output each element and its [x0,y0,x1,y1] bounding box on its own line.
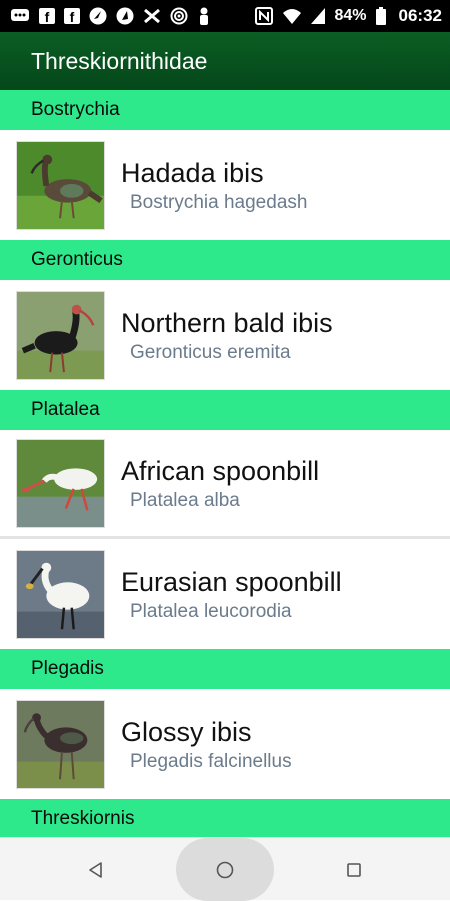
list-item-glossy-ibis[interactable]: Glossy ibis Plegadis falcinellus [0,689,450,799]
list-item-eurasian-spoonbill[interactable]: Eurasian spoonbill Platalea leucorodia [0,539,450,649]
common-name: Glossy ibis [121,717,252,747]
bird-photo-thumbnail [16,699,105,789]
svg-text:f: f [45,9,50,24]
page-title: Threskiornithidae [31,47,208,74]
status-bar: f f 84% 06:32 [0,0,450,32]
scientific-name: Platalea leucorodia [130,601,292,622]
species-list[interactable]: Bostrychia Hadada ibis Bostrychia hageda… [0,90,450,837]
message-icon [10,8,30,24]
scientific-name: Bostrychia hagedash [130,192,308,213]
section-header-bostrychia: Bostrychia [0,90,450,130]
scientific-name: Plegadis falcinellus [130,751,292,772]
section-header-label: Geronticus [31,249,123,270]
home-button[interactable] [176,838,274,901]
section-header-label: Bostrychia [31,99,120,120]
svg-text:f: f [70,9,75,24]
bird-photo-thumbnail [16,438,105,528]
battery-icon [375,7,386,25]
section-header-platalea: Platalea [0,390,450,430]
recents-button[interactable] [324,838,384,901]
section-header-label: Platalea [31,399,100,420]
section-header-label: Threskiornis [31,808,135,829]
scientific-name: Platalea alba [130,490,240,511]
app-icon [89,7,107,25]
section-header-label: Plegadis [31,658,104,679]
signal-icon [311,8,326,24]
list-item-northern-bald-ibis[interactable]: Northern bald ibis Geronticus eremita [0,280,450,390]
person-icon [197,7,211,25]
section-header-threskiornis: Threskiornis [0,799,450,837]
common-name: Northern bald ibis [121,308,333,338]
app-icon [116,7,134,25]
recents-icon [347,862,361,877]
home-icon [216,861,234,878]
system-navigation-bar [0,837,450,901]
section-header-geronticus: Geronticus [0,240,450,280]
facebook-icon: f [39,8,55,24]
common-name: Eurasian spoonbill [121,567,342,597]
list-item-african-spoonbill[interactable]: African spoonbill Platalea alba [0,430,450,539]
nfc-icon [255,7,274,25]
notification-icons: f f [10,7,211,25]
scientific-name: Geronticus eremita [130,342,291,363]
system-icons: 84% 06:32 [255,6,442,26]
bird-photo-thumbnail [16,290,105,380]
section-header-plegadis: Plegadis [0,649,450,689]
wifi-icon [282,7,302,25]
back-button[interactable] [66,838,126,901]
common-name: African spoonbill [121,456,320,486]
battery-percent: 84% [334,7,367,24]
list-item-hadada-ibis[interactable]: Hadada ibis Bostrychia hagedash [0,130,450,240]
bird-photo-thumbnail [16,140,105,230]
bird-photo-thumbnail [16,549,105,639]
facebook-icon: f [64,8,80,24]
tools-icon [143,7,161,25]
common-name: Hadada ibis [121,158,264,188]
clock: 06:32 [398,6,442,25]
app-bar: Threskiornithidae [0,32,450,90]
back-icon [89,861,102,878]
target-icon [170,7,188,25]
